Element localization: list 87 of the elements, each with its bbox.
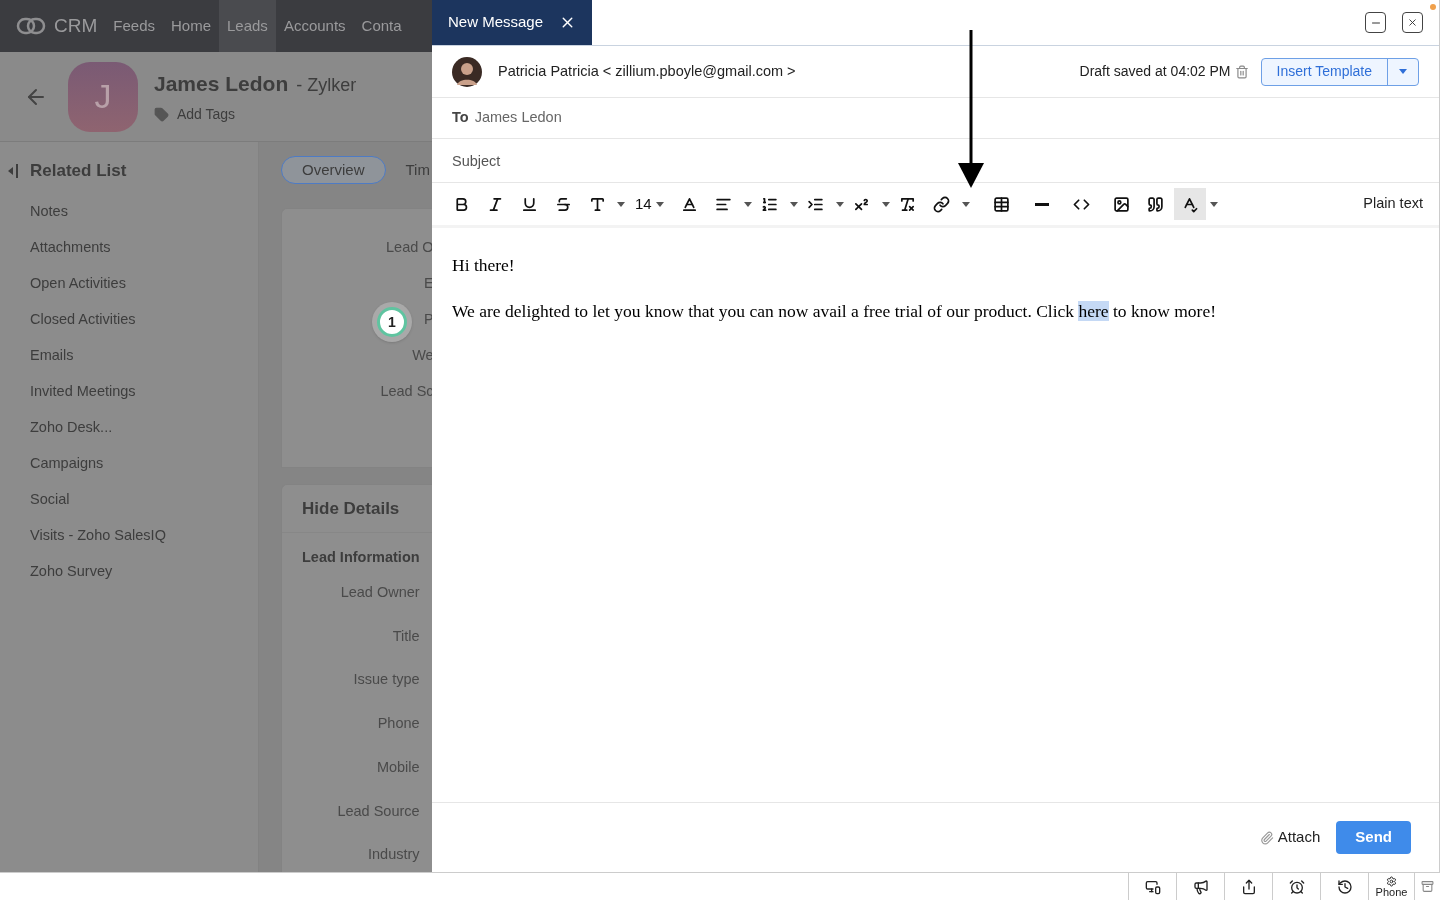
- record-company: - Zylker: [296, 74, 357, 98]
- logo-text: CRM: [54, 13, 98, 38]
- underline-icon: [520, 195, 538, 213]
- field-label: Lead Owner: [340, 582, 420, 602]
- related-list-item[interactable]: Zoho Survey: [0, 553, 258, 590]
- caret-icon[interactable]: [1209, 201, 1218, 207]
- related-list-item[interactable]: Closed Activities: [0, 301, 258, 338]
- field-label: Lead O: [386, 238, 432, 255]
- selected-link[interactable]: here: [1078, 301, 1109, 322]
- alarm-icon: [1288, 878, 1305, 895]
- related-list-item[interactable]: Notes: [0, 193, 258, 230]
- sender-avatar: [452, 56, 482, 87]
- field-label: Phone: [377, 714, 420, 733]
- numbered-list-icon: [761, 195, 779, 213]
- caret-icon[interactable]: [789, 201, 798, 207]
- font-size-button[interactable]: 14: [635, 192, 652, 216]
- record-name: James Ledon: [154, 71, 289, 98]
- field-label: Lead Source: [337, 801, 420, 821]
- insert-template-button[interactable]: Insert Template: [1260, 57, 1419, 86]
- compose-tab[interactable]: New Message: [432, 0, 592, 45]
- megaphone-icon: [1192, 878, 1209, 895]
- caret-icon[interactable]: [617, 201, 625, 207]
- minimize-button[interactable]: [1365, 12, 1386, 33]
- caret-icon: [1399, 69, 1407, 74]
- nav-tab[interactable]: Feeds: [105, 0, 163, 52]
- related-list-item[interactable]: Emails: [0, 337, 258, 374]
- attach-button[interactable]: Attach: [1259, 826, 1321, 849]
- body-text: We are delighted to let you know that you can now avail a free trial of our product. Click here to know more!: [452, 300, 1217, 324]
- record-tab[interactable]: Tim: [405, 156, 430, 184]
- close-button[interactable]: [1402, 12, 1423, 33]
- field-label: Industry: [368, 845, 420, 865]
- archive-icon: [1421, 880, 1434, 893]
- spellcheck-icon: [1181, 195, 1199, 213]
- plain-text-button[interactable]: Plain text: [1363, 193, 1423, 215]
- clear-format-icon: [899, 195, 917, 213]
- record-tab[interactable]: Overview: [281, 156, 386, 184]
- caret-icon[interactable]: [961, 201, 970, 207]
- field-label: Issue type: [353, 670, 420, 690]
- nav-tab[interactable]: Accounts: [275, 0, 354, 52]
- screen-icon: [1144, 878, 1161, 895]
- related-list-item[interactable]: Invited Meetings: [0, 373, 258, 410]
- field-label: Title: [392, 626, 420, 646]
- logo-icon: [16, 16, 46, 36]
- related-list-item[interactable]: Attachments: [0, 229, 258, 266]
- caret-icon[interactable]: [835, 201, 844, 207]
- field-label: Mobile: [376, 757, 420, 777]
- font-icon: [588, 195, 606, 213]
- share-icon: [1240, 878, 1257, 895]
- phone-button[interactable]: Phone: [1368, 873, 1414, 900]
- caret-icon[interactable]: [655, 201, 664, 207]
- quote-icon: [1147, 195, 1165, 213]
- collapse-icon[interactable]: [8, 163, 18, 178]
- trash-icon[interactable]: [1234, 64, 1249, 79]
- to-field[interactable]: To James Ledon: [432, 98, 1439, 139]
- caret-icon[interactable]: [743, 201, 752, 207]
- greeting-text: Hi there!: [452, 254, 516, 277]
- draft-status: Draft saved at 04:02 PM: [1079, 62, 1231, 81]
- spellcheck-button[interactable]: [1173, 188, 1206, 220]
- section-title: Lead Information: [301, 548, 420, 567]
- image-icon: [1113, 195, 1131, 213]
- close-icon: [1407, 17, 1418, 28]
- insert-template-label[interactable]: Insert Template: [1261, 58, 1388, 85]
- field-label: P: [423, 310, 432, 327]
- gear-icon: [1386, 875, 1397, 887]
- compose-title: New Message: [448, 12, 544, 33]
- table-icon: [993, 195, 1011, 213]
- caret-icon[interactable]: [881, 201, 890, 207]
- tag-icon: [154, 106, 169, 122]
- related-list-title: Related List: [30, 160, 127, 182]
- strikethrough-icon: [554, 195, 572, 213]
- related-list-item[interactable]: Zoho Desk...: [0, 409, 258, 446]
- hide-details-button[interactable]: Hide Details: [302, 495, 400, 522]
- related-list-item[interactable]: Social: [0, 481, 258, 518]
- sender-address: Patricia Patricia < zillium.pboyle@gmail.com >: [498, 61, 796, 81]
- related-list-item[interactable]: Open Activities: [0, 265, 258, 302]
- paperclip-icon: [1259, 830, 1274, 845]
- link-icon: [933, 195, 951, 213]
- related-list-item[interactable]: Campaigns: [0, 445, 258, 482]
- related-list-item[interactable]: Visits - Zoho SalesIQ: [0, 517, 258, 554]
- font-color-icon: [681, 195, 699, 213]
- history-icon: [1336, 878, 1353, 895]
- nav-tab[interactable]: Home: [163, 0, 219, 52]
- nav-tab[interactable]: Conta: [353, 0, 410, 52]
- send-button[interactable]: Send: [1336, 821, 1411, 854]
- nav-tab[interactable]: Leads: [219, 0, 276, 52]
- add-tags-button[interactable]: Add Tags: [154, 103, 357, 125]
- record-avatar: J: [68, 61, 138, 132]
